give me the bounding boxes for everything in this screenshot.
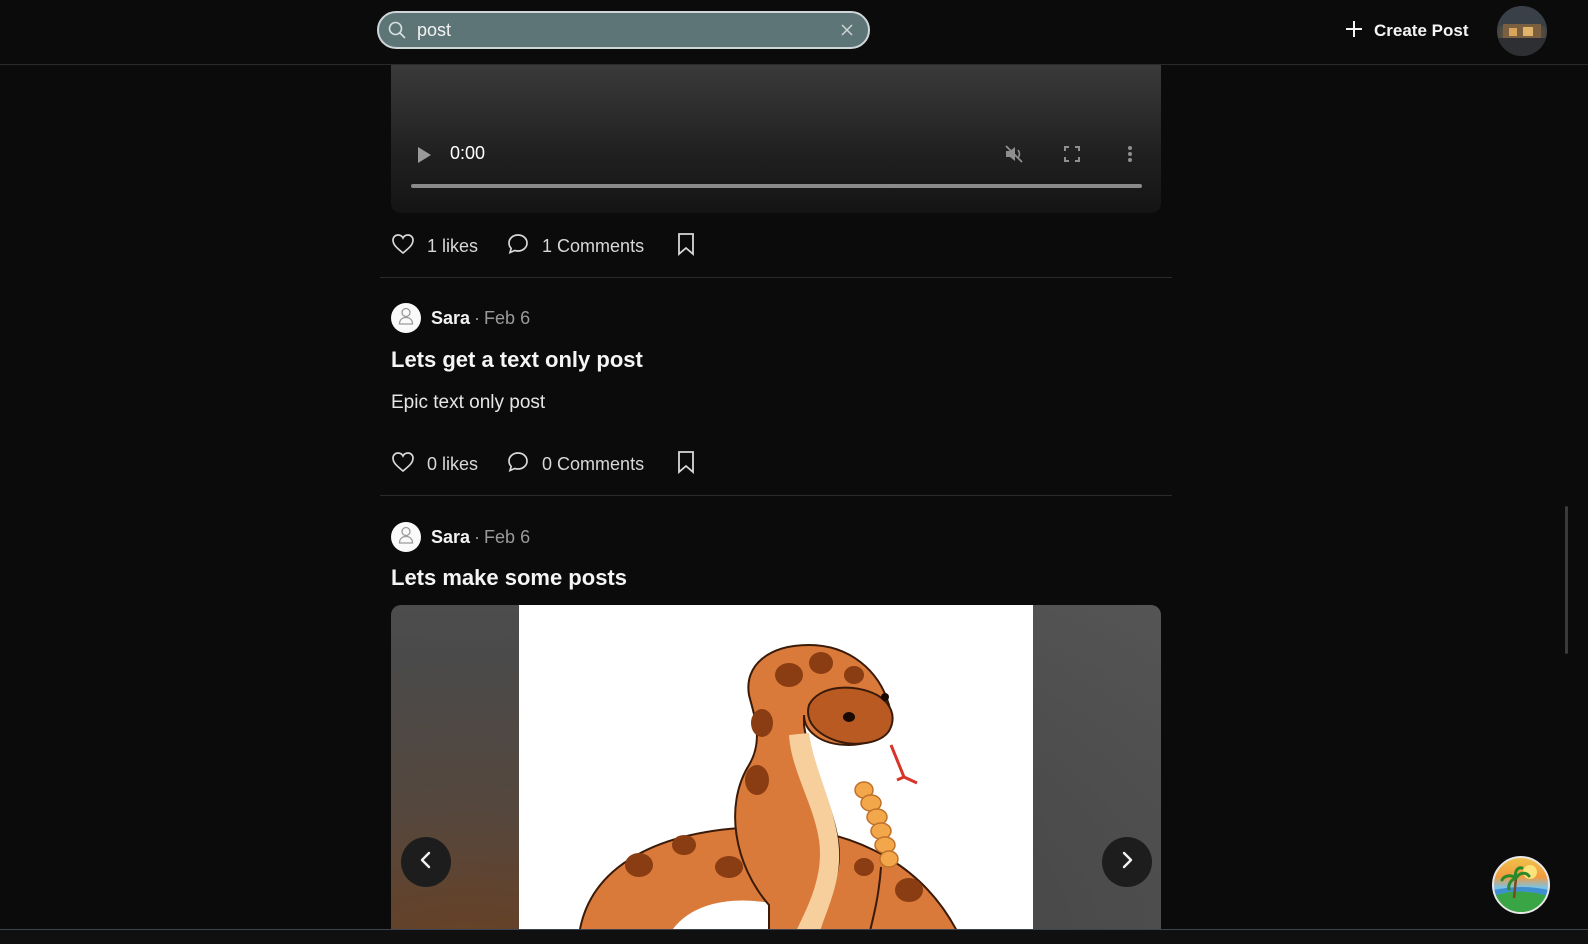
chevron-left-icon (418, 850, 434, 875)
bookmark-button[interactable] (676, 232, 696, 261)
more-vertical-icon[interactable] (1127, 145, 1133, 168)
comments-button[interactable]: 0 Comments (506, 450, 644, 479)
user-avatar[interactable] (391, 303, 421, 333)
create-post-label: Create Post (1374, 21, 1469, 40)
likes-count: 1 likes (427, 235, 479, 256)
chevron-right-icon (1119, 850, 1135, 875)
post-meta: Sara · Feb 6 (391, 303, 530, 333)
post-image (519, 605, 1033, 929)
comment-icon (506, 450, 530, 479)
post-body: Epic text only post (391, 392, 546, 413)
post-actions: 0 likes 0 Comments (391, 449, 696, 479)
top-header: Create Post (0, 0, 1588, 65)
user-avatar[interactable] (391, 522, 421, 552)
carousel-prev-button[interactable] (401, 837, 451, 887)
likes-count: 0 likes (427, 453, 479, 474)
video-time: 0:00 (450, 143, 486, 163)
post-feed: 0:00 1 likes 1 Comments Sara · Feb 6 Let… (380, 0, 1172, 944)
video-progress-bar[interactable] (411, 184, 1142, 188)
heart-icon (391, 233, 415, 260)
post-divider (380, 277, 1172, 278)
carousel-next-button[interactable] (1102, 837, 1152, 887)
comments-count: 1 Comments (542, 235, 645, 256)
post-author[interactable]: Sara (431, 527, 470, 548)
comments-button[interactable]: 1 Comments (506, 232, 644, 261)
user-icon (398, 307, 414, 330)
close-icon[interactable] (836, 19, 858, 41)
video-player[interactable]: 0:00 (391, 65, 1161, 213)
snake-illustration (579, 643, 957, 929)
post-actions: 1 likes 1 Comments (391, 231, 696, 261)
bottom-edge (0, 929, 1588, 944)
bookmark-button[interactable] (676, 450, 696, 479)
profile-avatar[interactable] (1497, 6, 1547, 56)
meta-separator: · (474, 526, 481, 547)
post-meta: Sara · Feb 6 (391, 522, 530, 552)
create-post-button[interactable]: Create Post (1344, 18, 1468, 44)
scrollbar-thumb[interactable] (1565, 506, 1568, 654)
image-carousel[interactable] (391, 605, 1161, 929)
post-title[interactable]: Lets make some posts (391, 565, 627, 591)
post-divider (380, 495, 1172, 496)
post-date: Feb 6 (484, 307, 531, 328)
like-button[interactable]: 1 likes (391, 233, 478, 260)
search-bar[interactable] (377, 11, 870, 49)
plus-icon (1344, 19, 1364, 44)
play-icon[interactable] (415, 145, 433, 170)
post-date: Feb 6 (484, 526, 531, 547)
beach-icon (1494, 865, 1548, 912)
user-icon (398, 526, 414, 549)
mute-icon[interactable] (1003, 143, 1025, 170)
like-button[interactable]: 0 likes (391, 451, 478, 478)
post-title[interactable]: Lets get a text only post (391, 347, 643, 373)
bookmark-icon (676, 232, 696, 261)
comments-count: 0 Comments (542, 453, 645, 474)
search-input[interactable] (407, 13, 836, 47)
post-author[interactable]: Sara (431, 308, 470, 329)
bookmark-icon (676, 450, 696, 479)
search-icon (387, 20, 407, 40)
comment-icon (506, 232, 530, 261)
floating-assistant-button[interactable] (1492, 856, 1550, 914)
fullscreen-icon[interactable] (1063, 145, 1081, 168)
heart-icon (391, 451, 415, 478)
meta-separator: · (474, 307, 481, 328)
